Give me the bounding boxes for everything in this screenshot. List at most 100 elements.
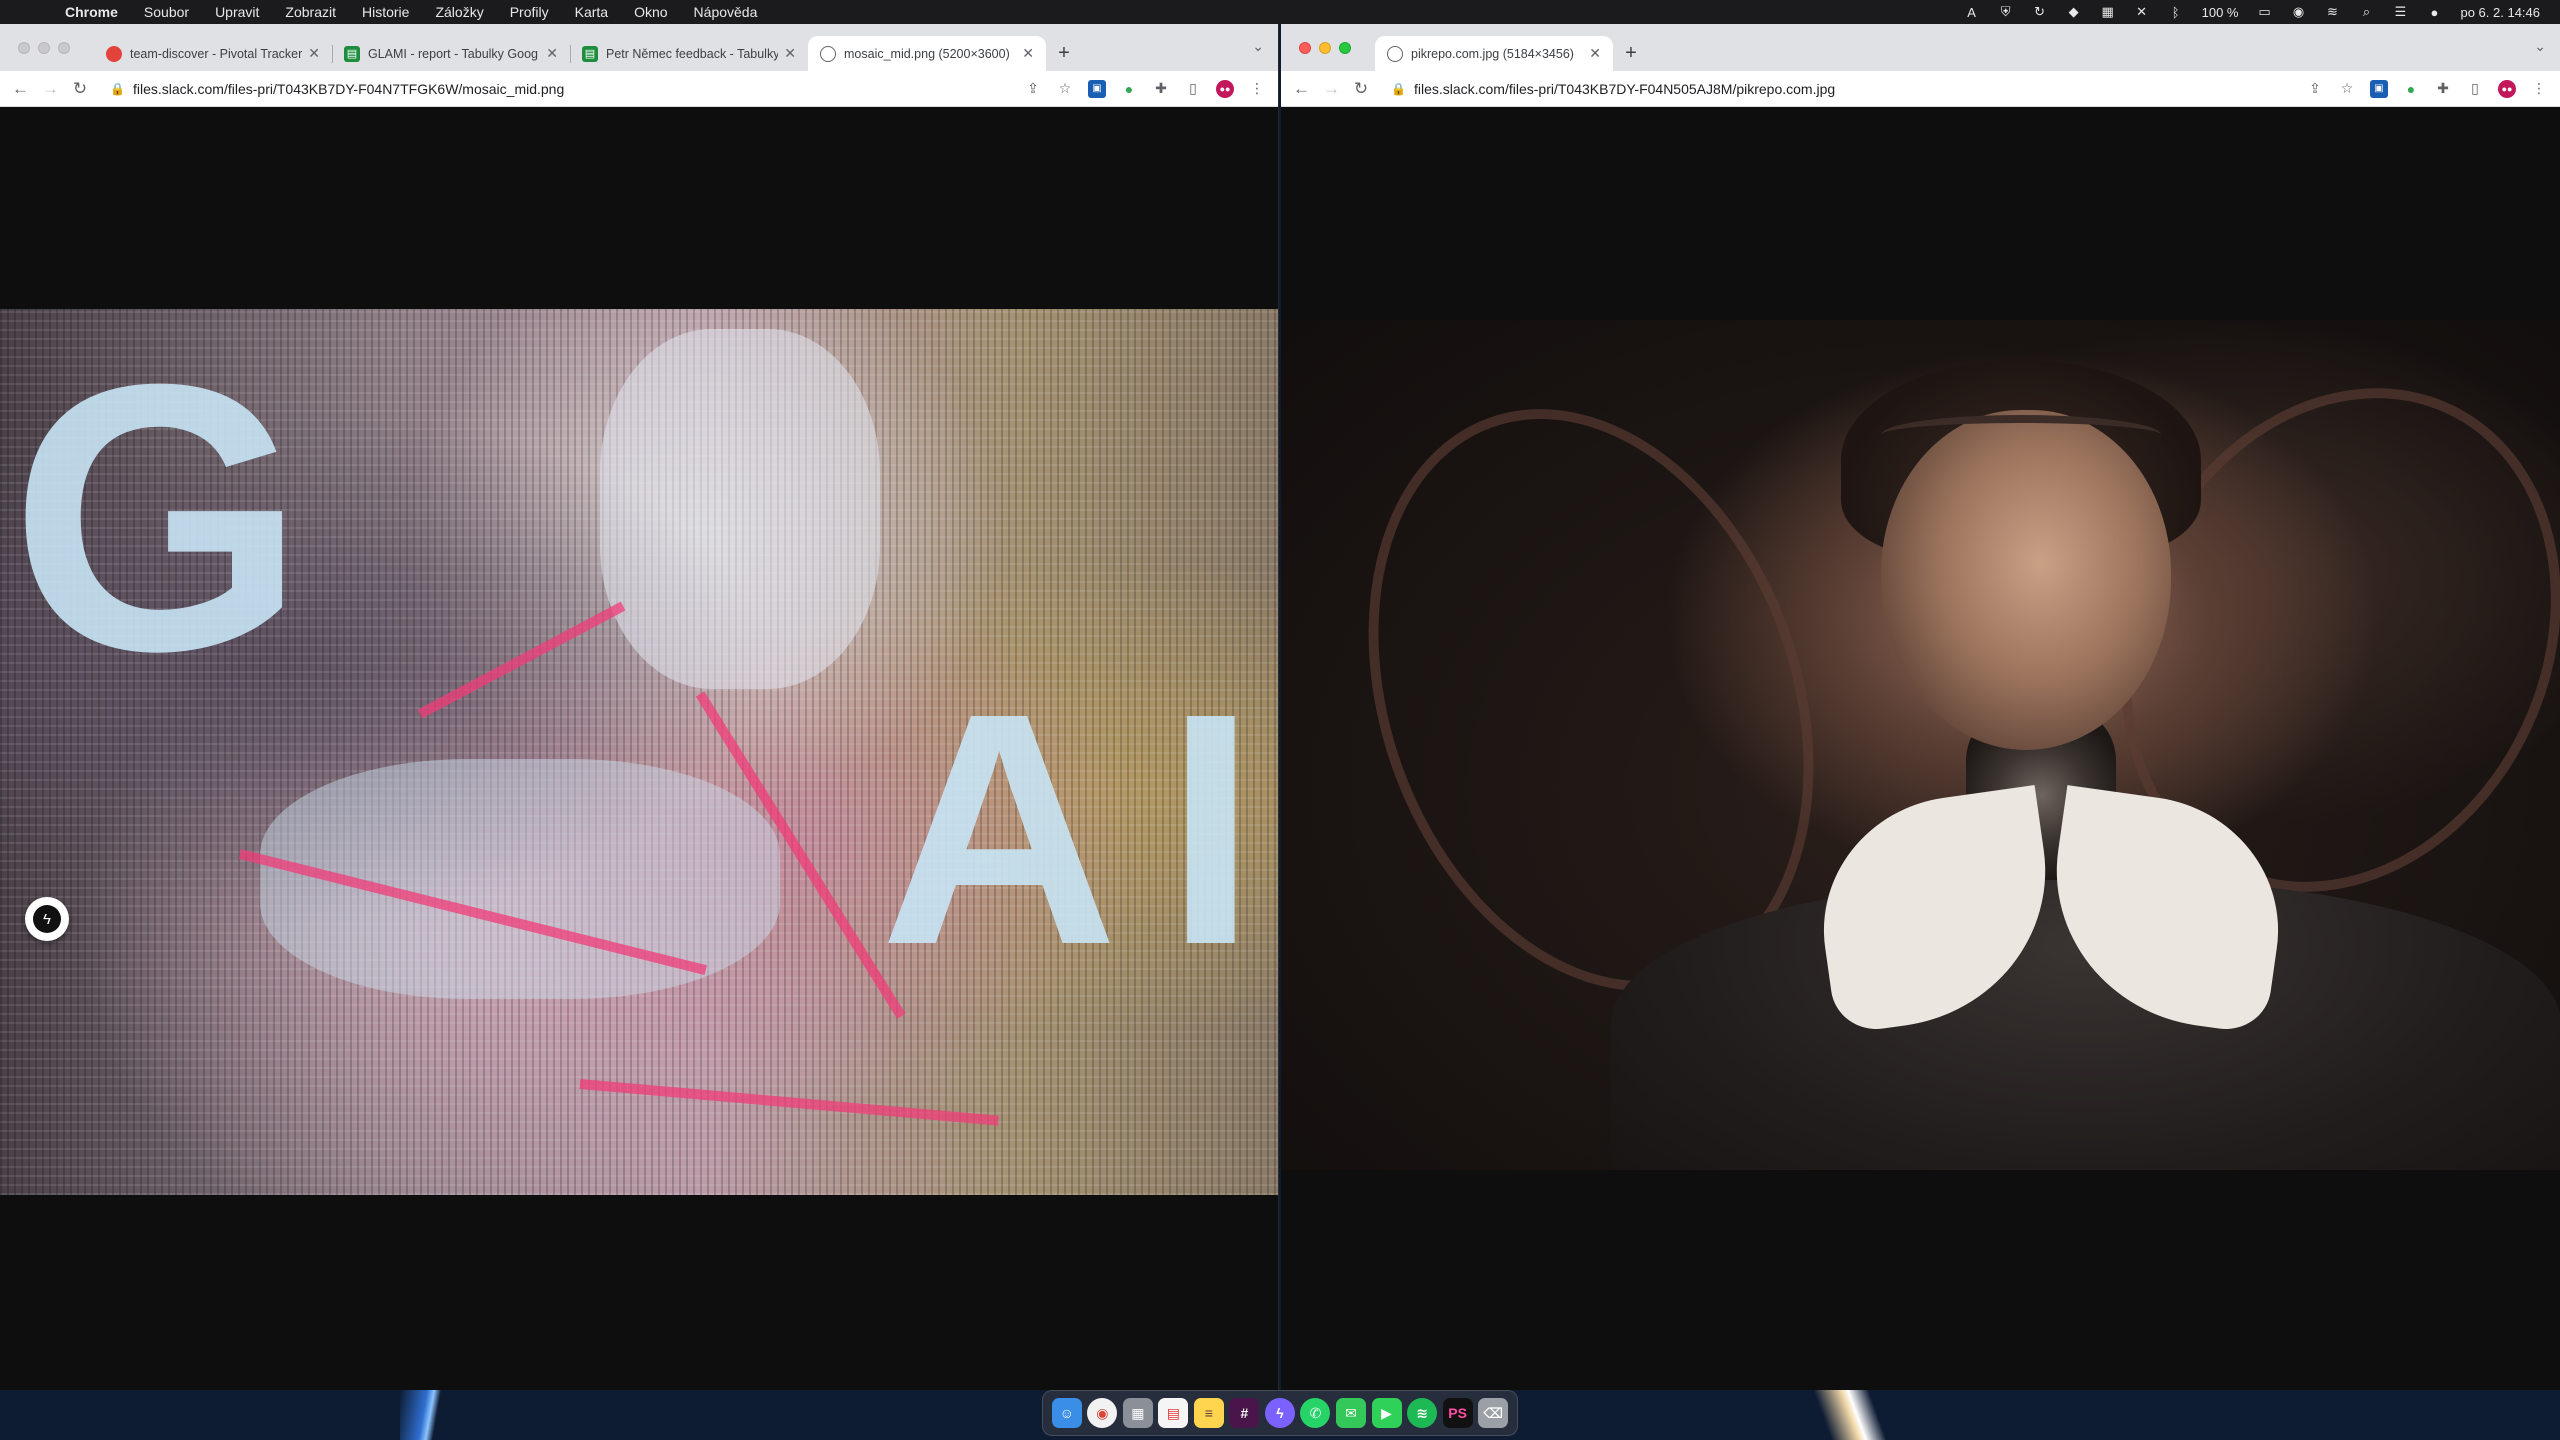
control-center-icon[interactable]: ☰ [2392, 4, 2408, 19]
menu-zalozky[interactable]: Záložky [422, 4, 496, 20]
menu-profily[interactable]: Profily [497, 4, 562, 20]
spotify-icon[interactable]: ≋ [1407, 1398, 1438, 1428]
launchpad-icon[interactable]: ▦ [1122, 1398, 1153, 1428]
left-browser-window: team-discover - Pivotal Tracker ✕ ▤ GLAM… [0, 24, 1279, 1390]
tab-petr-nemec-feedback[interactable]: ▤ Petr Němec feedback - Tabulky ✕ [570, 36, 808, 71]
calendar-icon[interactable]: ▤ [1158, 1398, 1189, 1428]
messenger-icon[interactable]: ϟ [1264, 1398, 1295, 1428]
menu-upravit[interactable]: Upravit [202, 4, 272, 20]
url-text: files.slack.com/files-pri/T043KB7DY-F04N… [132, 80, 565, 97]
mute-icon[interactable]: ✕ [2134, 4, 2150, 19]
new-tab-button[interactable]: + [1046, 36, 1082, 71]
diamond-icon[interactable]: ◆ [2066, 4, 2082, 19]
portrait-face [1881, 410, 2171, 750]
text-a-icon[interactable]: A [1964, 5, 1980, 20]
tab-pivotal-tracker[interactable]: team-discover - Pivotal Tracker ✕ [94, 36, 332, 71]
battery-icon[interactable]: ▭ [2256, 4, 2272, 19]
grid-icon[interactable]: ▦ [2100, 4, 2116, 19]
close-tab-icon[interactable]: ✕ [308, 45, 320, 62]
finder-icon[interactable]: ☺ [1051, 1398, 1082, 1428]
messenger-icon: ϟ [33, 905, 61, 933]
tab-title: GLAMI - report - Tabulky Goog [368, 46, 538, 61]
menu-napoveda[interactable]: Nápověda [681, 4, 771, 20]
page-viewport: G A I ϟ [0, 107, 1278, 1390]
siri-icon[interactable]: ● [2426, 5, 2442, 20]
close-window-icon[interactable] [18, 42, 30, 54]
share-icon[interactable]: ⇪ [2306, 80, 2324, 98]
menu-zobrazit[interactable]: Zobrazit [272, 4, 349, 20]
minimize-window-icon[interactable] [38, 42, 50, 54]
mosaic-highlight [600, 329, 880, 689]
reload-icon[interactable]: ↻ [1353, 79, 1369, 99]
extension-green-icon[interactable]: ● [2402, 80, 2420, 98]
bluetooth-icon[interactable]: ᛒ [2168, 5, 2184, 20]
slack-icon[interactable]: # [1229, 1398, 1260, 1428]
phpstorm-icon[interactable]: PS [1442, 1398, 1473, 1428]
mosaic-pink-stripe [579, 1079, 999, 1126]
zoom-window-icon[interactable] [58, 42, 70, 54]
notes-icon[interactable]: ≡ [1193, 1398, 1224, 1428]
extensions-puzzle-icon[interactable]: ✚ [1152, 80, 1170, 98]
extension-translate-icon[interactable]: ▣ [2370, 79, 2388, 98]
close-tab-icon[interactable]: ✕ [784, 45, 796, 62]
play-icon[interactable]: ◉ [2290, 4, 2306, 19]
tab-title: team-discover - Pivotal Tracker [130, 46, 303, 61]
menu-okno[interactable]: Okno [621, 4, 680, 20]
right-browser-window: pikrepo.com.jpg (5184×3456) ✕ + ⌄ ← → ↻ … [1281, 24, 2560, 1390]
trash-icon[interactable]: ⌫ [1478, 1398, 1509, 1428]
new-tab-button[interactable]: + [1613, 36, 1649, 71]
sync-icon[interactable]: ↻ [2032, 4, 2048, 19]
more-menu-icon[interactable]: ⋮ [1248, 80, 1266, 98]
messages-icon[interactable]: ✉ [1336, 1398, 1367, 1428]
extension-translate-icon[interactable]: ▣ [1088, 79, 1106, 98]
back-arrow-icon[interactable]: ← [1293, 79, 1310, 99]
browser-toolbar: ← → ↻ 🔒 files.slack.com/files-pri/T043KB… [0, 71, 1278, 107]
menubar-clock[interactable]: po 6. 2. 14:46 [2460, 5, 2540, 20]
close-tab-icon[interactable]: ✕ [1022, 45, 1034, 62]
lock-icon[interactable]: 🔒 [110, 82, 125, 96]
side-panel-icon[interactable]: ▯ [2466, 80, 2484, 98]
lock-icon[interactable]: 🔒 [1391, 82, 1406, 96]
close-tab-icon[interactable]: ✕ [546, 45, 558, 62]
desktop-wallpaper [1790, 1390, 1910, 1440]
spotlight-search-icon[interactable]: ⌕ [2358, 4, 2374, 19]
whatsapp-icon[interactable]: ✆ [1300, 1398, 1331, 1428]
profile-avatar[interactable]: ●● [1216, 79, 1234, 98]
menu-karta[interactable]: Karta [562, 4, 621, 20]
profile-avatar[interactable]: ●● [2498, 79, 2516, 98]
desktop-wallpaper [400, 1390, 460, 1440]
tab-glami-report[interactable]: ▤ GLAMI - report - Tabulky Goog ✕ [332, 36, 570, 71]
menu-app-name[interactable]: Chrome [52, 4, 131, 20]
wifi-icon[interactable]: ≋ [2324, 4, 2340, 19]
back-arrow-icon[interactable]: ← [12, 79, 29, 99]
reload-icon[interactable]: ↻ [72, 79, 88, 99]
side-panel-icon[interactable]: ▯ [1184, 80, 1202, 98]
share-icon[interactable]: ⇪ [1024, 80, 1042, 98]
close-tab-icon[interactable]: ✕ [1589, 45, 1601, 62]
more-menu-icon[interactable]: ⋮ [2530, 80, 2548, 98]
sheets-icon: ▤ [582, 45, 598, 62]
zoom-window-icon[interactable] [1339, 42, 1351, 54]
tab-pikrepo-image[interactable]: pikrepo.com.jpg (5184×3456) ✕ [1375, 36, 1613, 71]
address-bar[interactable]: 🔒 files.slack.com/files-pri/T043KB7DY-F0… [102, 75, 1010, 103]
facetime-icon[interactable]: ▶ [1371, 1398, 1402, 1428]
mosaic-letter-i: I [1165, 644, 1257, 1013]
forward-arrow-icon[interactable]: → [1323, 79, 1340, 99]
extensions-puzzle-icon[interactable]: ✚ [2434, 80, 2452, 98]
browser-toolbar: ← → ↻ 🔒 files.slack.com/files-pri/T043KB… [1281, 71, 2560, 107]
close-window-icon[interactable] [1299, 42, 1311, 54]
messenger-chat-head[interactable]: ϟ [25, 897, 69, 941]
bookmark-star-icon[interactable]: ☆ [1056, 80, 1074, 98]
tab-search-chevron-icon[interactable]: ⌄ [1252, 38, 1264, 55]
chrome-icon[interactable]: ◉ [1087, 1398, 1118, 1428]
address-bar[interactable]: 🔒 files.slack.com/files-pri/T043KB7DY-F0… [1383, 75, 2292, 103]
menu-soubor[interactable]: Soubor [131, 4, 202, 20]
tab-mosaic-image[interactable]: mosaic_mid.png (5200×3600) ✕ [808, 36, 1046, 71]
tab-search-chevron-icon[interactable]: ⌄ [2534, 38, 2546, 55]
extension-green-icon[interactable]: ● [1120, 80, 1138, 98]
forward-arrow-icon[interactable]: → [42, 79, 59, 99]
shield-icon[interactable]: ⛨ [1998, 4, 2014, 19]
menu-historie[interactable]: Historie [349, 4, 422, 20]
minimize-window-icon[interactable] [1319, 42, 1331, 54]
bookmark-star-icon[interactable]: ☆ [2338, 80, 2356, 98]
